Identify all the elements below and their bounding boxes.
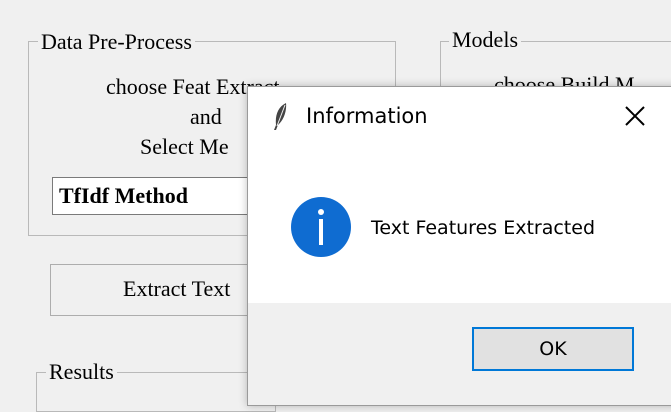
info-icon (291, 197, 351, 257)
extract-text-button[interactable]: Extract Text (50, 264, 260, 316)
feather-icon (274, 103, 287, 130)
combobox-value: TfIdf Method (59, 183, 188, 208)
models-legend: Models (449, 28, 521, 52)
dialog-title: Information (306, 104, 428, 128)
dialog-message: Text Features Extracted (371, 217, 596, 239)
extract-text-label: Extract Text (123, 276, 231, 301)
ok-button[interactable]: OK (472, 327, 634, 371)
preprocess-legend: Data Pre-Process (38, 30, 195, 54)
dialog-footer: OK (248, 303, 671, 405)
information-dialog: Information Text Features Extracted OK (247, 86, 671, 406)
feature-method-combobox[interactable]: TfIdf Method (52, 177, 252, 215)
preprocess-line2: and (190, 104, 222, 129)
close-icon[interactable] (620, 101, 650, 131)
preprocess-line3: Select Me (140, 134, 229, 159)
ok-label: OK (539, 338, 567, 360)
results-legend: Results (46, 360, 117, 384)
